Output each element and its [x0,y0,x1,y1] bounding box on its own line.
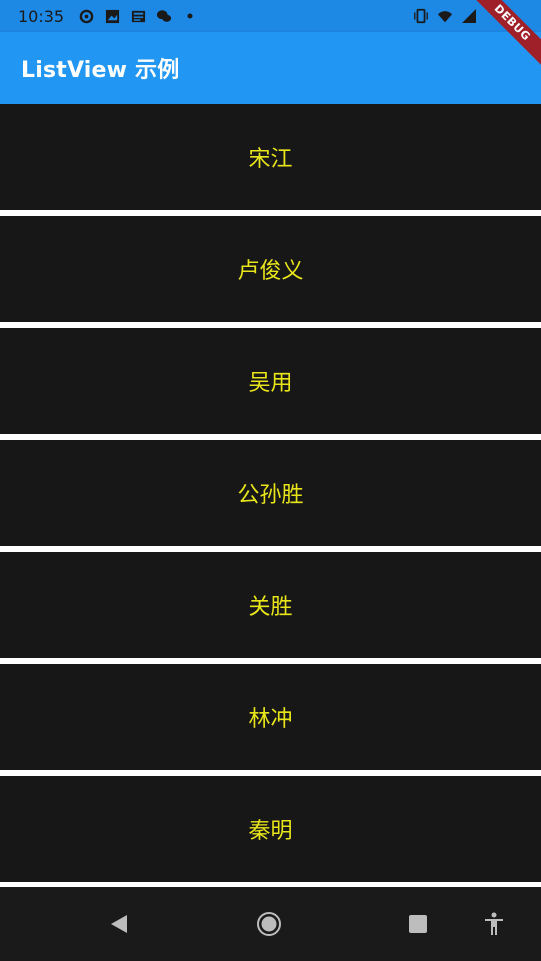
recents-icon[interactable] [401,907,435,941]
list-item[interactable]: 宋江 [0,104,541,210]
list-item-label: 吴用 [248,371,293,396]
home-icon[interactable] [252,907,286,941]
page-title: ListView 示例 [21,58,180,83]
status-right-icons [413,8,485,24]
list-item[interactable]: 关胜 [0,552,541,658]
image-icon [104,8,120,24]
list-item-label: 宋江 [248,147,293,172]
status-time: 10:35 [18,6,65,26]
app-bar: ListView 示例 [0,32,541,104]
back-icon[interactable] [102,907,136,941]
vibrate-icon [413,8,429,24]
signal-icon [461,8,477,24]
phone-screen: 10:35 DEBUG ListView 示例 宋江 卢俊义 吴用 公孙胜 关胜… [0,0,541,961]
dot-icon [182,8,198,24]
list-item[interactable]: 秦明 [0,776,541,882]
list-item-label: 秦明 [248,819,293,844]
list-item-label: 林冲 [248,707,293,732]
accessibility-icon[interactable] [477,907,511,941]
list-item-label: 公孙胜 [237,483,304,508]
list-item-label: 关胜 [248,595,293,620]
list-item[interactable]: 林冲 [0,664,541,770]
news-icon [130,8,146,24]
list-item[interactable]: 卢俊义 [0,216,541,322]
list-view[interactable]: 宋江 卢俊义 吴用 公孙胜 关胜 林冲 秦明 [0,104,541,887]
list-item[interactable]: 吴用 [0,328,541,434]
list-item-label: 卢俊义 [237,259,304,284]
navigation-bar [0,887,541,961]
list-item[interactable]: 公孙胜 [0,440,541,546]
wifi-icon [437,8,453,24]
status-bar: 10:35 [0,0,541,32]
wechat-icon [156,8,172,24]
sync-icon [78,8,94,24]
